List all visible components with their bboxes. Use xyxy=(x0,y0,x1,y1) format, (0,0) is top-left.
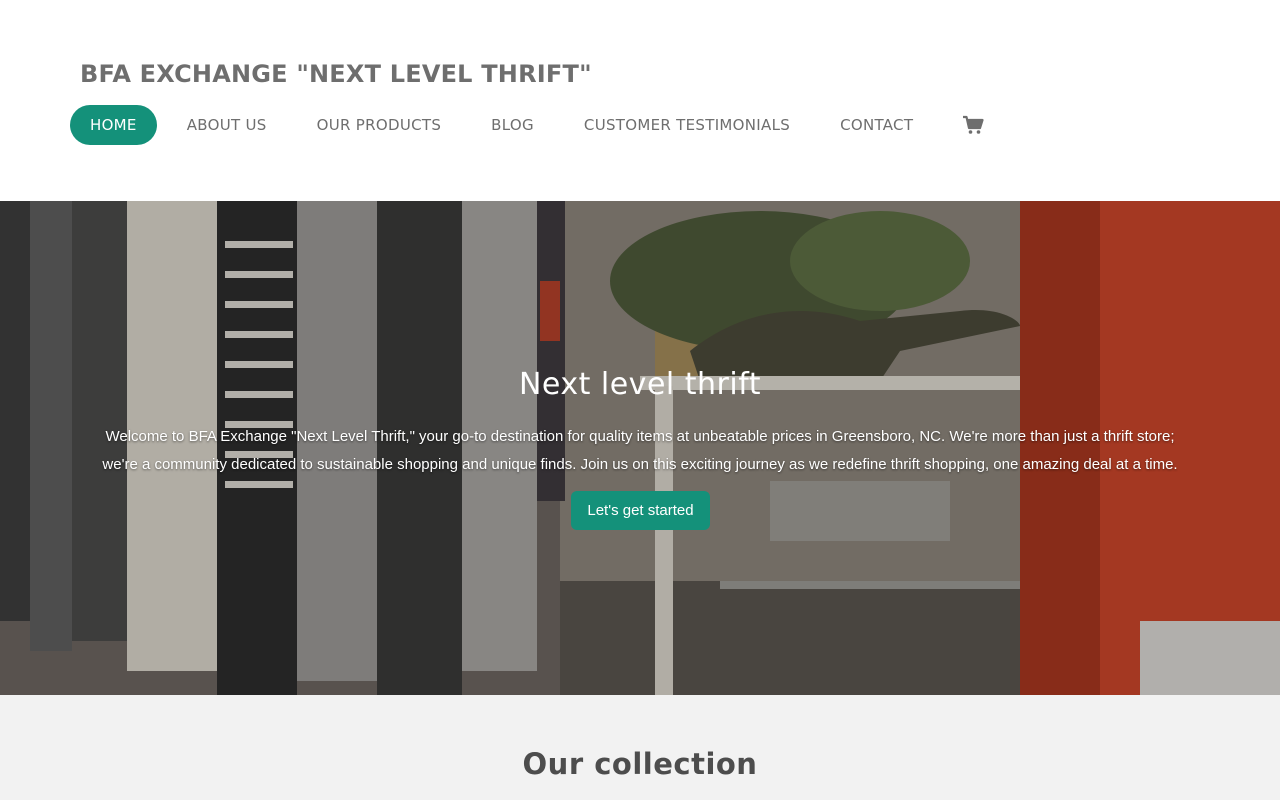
nav-item-our-products[interactable]: OUR PRODUCTS xyxy=(297,105,462,145)
nav-item-home[interactable]: HOME xyxy=(70,105,157,145)
hero-description: Welcome to BFA Exchange "Next Level Thri… xyxy=(102,428,1178,473)
hero-section: Next level thrift Welcome to BFA Exchang… xyxy=(0,201,1280,695)
site-title[interactable]: BFA EXCHANGE "NEXT LEVEL THRIFT" xyxy=(80,60,592,88)
main-nav: HOME ABOUT US OUR PRODUCTS BLOG CUSTOMER… xyxy=(70,105,993,145)
nav-item-contact[interactable]: CONTACT xyxy=(820,105,933,145)
nav-item-customer-testimonials[interactable]: CUSTOMER TESTIMONIALS xyxy=(564,105,810,145)
nav-item-blog[interactable]: BLOG xyxy=(471,105,554,145)
hero-title: Next level thrift xyxy=(518,367,762,402)
site-header: BFA EXCHANGE "NEXT LEVEL THRIFT" HOME AB… xyxy=(0,0,1280,200)
shopping-cart-icon[interactable] xyxy=(953,105,993,145)
nav-item-about-us[interactable]: ABOUT US xyxy=(167,105,287,145)
collection-section: Our collection xyxy=(0,695,1280,800)
collection-title: Our collection xyxy=(522,747,758,781)
get-started-button[interactable]: Let's get started xyxy=(571,491,710,530)
